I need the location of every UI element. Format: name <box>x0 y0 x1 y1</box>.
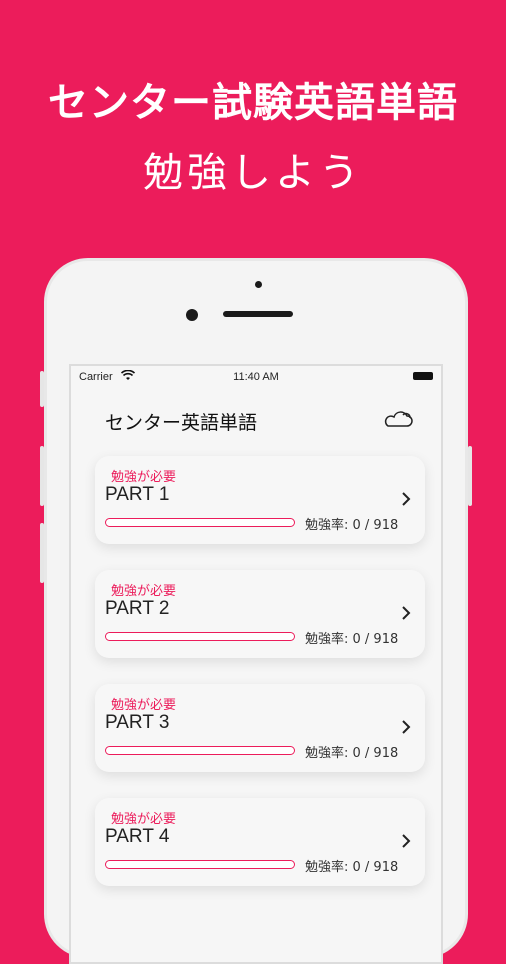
study-needed-badge: 勉強が必要 <box>111 698 177 713</box>
proximity-sensor <box>255 281 262 288</box>
part-title: PART 2 <box>105 598 170 619</box>
chevron-right-icon <box>402 492 411 506</box>
chevron-right-icon <box>402 834 411 848</box>
earpiece-speaker <box>223 311 293 317</box>
chevron-right-icon <box>402 606 411 620</box>
status-bar: Carrier 11:40 AM <box>71 366 441 388</box>
chevron-right-icon <box>402 720 411 734</box>
status-time: 11:40 AM <box>233 371 279 383</box>
phone-power-button <box>468 446 472 506</box>
front-camera <box>186 309 198 321</box>
phone-volume-down-button <box>40 523 44 583</box>
cloud-sun-icon[interactable] <box>383 406 415 432</box>
progress-bar <box>105 746 295 755</box>
study-needed-badge: 勉強が必要 <box>111 812 177 827</box>
battery-icon <box>413 372 433 380</box>
phone-volume-up-button <box>40 446 44 506</box>
promo-title: センター試験英語単語 <box>48 80 458 126</box>
phone-mockup: Carrier 11:40 AM センター英語単語 勉強が必要 PART 1 勉… <box>40 258 472 964</box>
progress-label: 勉強率: 0 / 918 <box>305 632 399 647</box>
part-card[interactable]: 勉強が必要 PART 3 勉強率: 0 / 918 <box>95 684 425 772</box>
app-title: センター英語単語 <box>105 412 258 434</box>
part-title: PART 3 <box>105 712 170 733</box>
part-card[interactable]: 勉強が必要 PART 4 勉強率: 0 / 918 <box>95 798 425 886</box>
progress-bar <box>105 518 295 527</box>
app-header: センター英語単語 <box>71 396 441 440</box>
part-title: PART 4 <box>105 826 170 847</box>
study-needed-badge: 勉強が必要 <box>111 584 177 599</box>
part-card[interactable]: 勉強が必要 PART 2 勉強率: 0 / 918 <box>95 570 425 658</box>
part-card[interactable]: 勉強が必要 PART 1 勉強率: 0 / 918 <box>95 456 425 544</box>
progress-bar <box>105 860 295 869</box>
promo-subtitle: 勉強しよう <box>143 150 363 196</box>
app-screen: Carrier 11:40 AM センター英語単語 勉強が必要 PART 1 勉… <box>69 364 443 964</box>
study-needed-badge: 勉強が必要 <box>111 470 177 485</box>
part-title: PART 1 <box>105 484 170 505</box>
progress-bar <box>105 632 295 641</box>
progress-label: 勉強率: 0 / 918 <box>305 518 399 533</box>
progress-label: 勉強率: 0 / 918 <box>305 860 399 875</box>
progress-label: 勉強率: 0 / 918 <box>305 746 399 761</box>
phone-side-button <box>40 371 44 407</box>
